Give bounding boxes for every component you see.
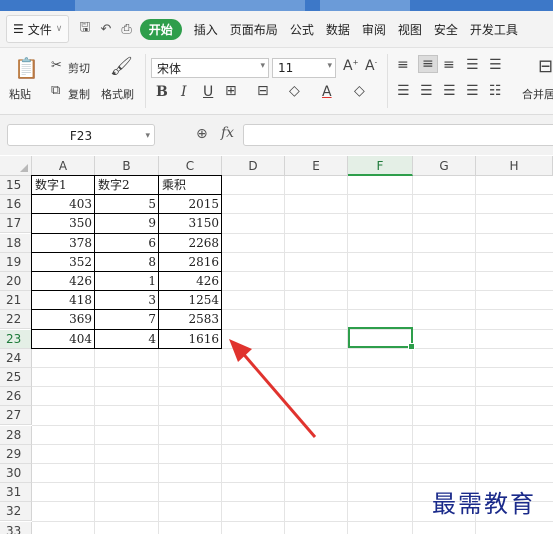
- arrow-shaft: [238, 349, 317, 438]
- annotation-arrow: [229, 339, 317, 438]
- watermark-text: 最需教育: [432, 490, 536, 518]
